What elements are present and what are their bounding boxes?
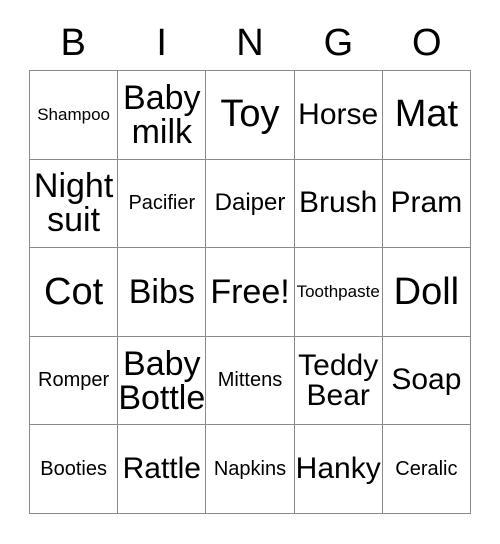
bingo-cell-label: Mat bbox=[394, 93, 459, 136]
bingo-cell-label: Soap bbox=[391, 363, 462, 397]
bingo-cell[interactable]: Cot bbox=[30, 248, 119, 337]
bingo-cell[interactable]: Hanky bbox=[294, 425, 383, 514]
bingo-cell-label: Doll bbox=[393, 270, 460, 313]
bingo-cell-label: Ceralic bbox=[395, 457, 458, 480]
bingo-cell-label: Cot bbox=[44, 270, 104, 313]
bingo-cell[interactable]: Napkins bbox=[206, 425, 295, 514]
header-letter-i: I bbox=[156, 22, 167, 64]
bingo-cell-label: Booties bbox=[40, 457, 107, 480]
bingo-cell[interactable]: Horse bbox=[294, 71, 383, 160]
bingo-cell[interactable]: Night suit bbox=[30, 159, 119, 249]
bingo-cell[interactable]: Teddy Bear bbox=[294, 336, 383, 426]
bingo-cell-label: Teddy Bear bbox=[298, 348, 379, 412]
bingo-cell-label: Shampoo bbox=[37, 105, 110, 125]
bingo-cell-label: Night suit bbox=[33, 167, 114, 240]
bingo-cell[interactable]: Shampoo bbox=[30, 71, 119, 160]
bingo-cell[interactable]: Brush bbox=[294, 159, 383, 249]
bingo-cell-label: Rattle bbox=[122, 451, 201, 485]
bingo-cell[interactable]: Baby milk bbox=[118, 71, 207, 160]
bingo-cell-label: Napkins bbox=[213, 457, 287, 480]
bingo-grid: Shampoo Baby milk Toy Horse Mat Night suit Pac… bbox=[29, 70, 471, 514]
bingo-cell[interactable]: Toy bbox=[206, 71, 295, 160]
bingo-header: B I N G O bbox=[29, 16, 471, 70]
bingo-cell[interactable]: Soap bbox=[382, 336, 471, 426]
bingo-cell[interactable]: Pram bbox=[382, 159, 471, 249]
bingo-cell-label: Pacifier bbox=[128, 192, 196, 215]
header-letter-b: B bbox=[60, 22, 86, 64]
bingo-cell[interactable]: Daiper bbox=[206, 159, 295, 249]
bingo-cell[interactable]: Free! bbox=[206, 248, 295, 337]
bingo-cell-label: Toothpaste bbox=[296, 282, 380, 302]
bingo-cell[interactable]: Baby Bottle bbox=[118, 336, 207, 426]
bingo-cell-label: Pram bbox=[390, 186, 463, 220]
bingo-cell-label: Free! bbox=[210, 272, 290, 311]
bingo-cell-label: Baby milk bbox=[123, 78, 201, 151]
bingo-cell-label: Daiper bbox=[214, 189, 286, 217]
header-letter-o: O bbox=[412, 22, 442, 64]
bingo-cell-label: Hanky bbox=[295, 451, 381, 485]
bingo-cell[interactable]: Pacifier bbox=[118, 159, 207, 249]
bingo-cell-label: Baby Bottle bbox=[118, 344, 206, 417]
bingo-cell[interactable]: Toothpaste bbox=[294, 248, 383, 337]
header-letter-n: N bbox=[236, 22, 264, 64]
bingo-cell[interactable]: Mittens bbox=[206, 336, 295, 426]
bingo-cell[interactable]: Doll bbox=[382, 248, 471, 337]
bingo-cell-label: Brush bbox=[299, 186, 378, 220]
bingo-cell-label: Toy bbox=[220, 93, 280, 136]
bingo-cell[interactable]: Mat bbox=[382, 71, 471, 160]
bingo-cell-label: Horse bbox=[298, 97, 379, 131]
bingo-cell[interactable]: Bibs bbox=[118, 248, 207, 337]
header-letter-g: G bbox=[323, 22, 354, 64]
bingo-cell-label: Bibs bbox=[128, 272, 195, 311]
bingo-cell[interactable]: Booties bbox=[30, 425, 119, 514]
bingo-cell[interactable]: Romper bbox=[30, 336, 119, 426]
bingo-cell-label: Romper bbox=[38, 369, 110, 392]
bingo-cell-label: Mittens bbox=[217, 369, 283, 392]
bingo-card: B I N G O Shampoo Baby milk Toy Horse Mat Nig… bbox=[0, 0, 500, 544]
bingo-cell[interactable]: Ceralic bbox=[382, 425, 471, 514]
bingo-cell[interactable]: Rattle bbox=[118, 425, 207, 514]
